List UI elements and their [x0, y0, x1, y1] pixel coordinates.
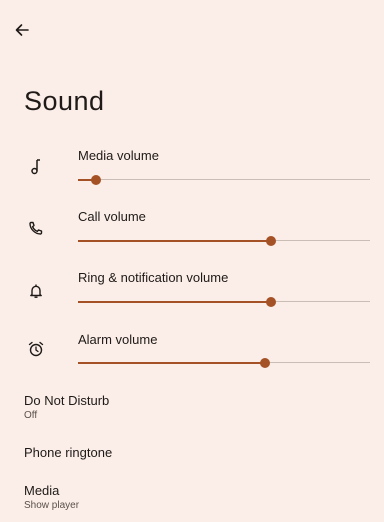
- slider-thumb[interactable]: [265, 235, 276, 246]
- slider-fill: [78, 239, 271, 242]
- call-volume-label: Call volume: [78, 209, 146, 224]
- slider-thumb[interactable]: [259, 357, 270, 368]
- ring-volume-row: Ring & notification volume: [0, 270, 384, 330]
- back-button[interactable]: [14, 14, 46, 46]
- slider-thumb[interactable]: [90, 174, 101, 185]
- do-not-disturb-title: Do Not Disturb: [24, 393, 110, 408]
- page-title: Sound: [24, 86, 105, 116]
- alarm-volume-slider[interactable]: [78, 356, 370, 370]
- media-title: Media: [24, 483, 60, 498]
- media-volume-slider[interactable]: [78, 173, 370, 187]
- arrow-left-icon: [14, 22, 30, 38]
- phone-ringtone-title: Phone ringtone: [24, 445, 113, 460]
- do-not-disturb-item[interactable]: Do Not Disturb Off: [24, 393, 109, 421]
- alarm-volume-label: Alarm volume: [78, 332, 158, 347]
- slider-fill: [78, 361, 265, 364]
- call-volume-slider[interactable]: [78, 234, 370, 248]
- alarm-clock-icon: [26, 339, 46, 359]
- music-note-icon: [26, 157, 46, 177]
- bell-icon: [26, 281, 46, 301]
- call-volume-row: Call volume: [0, 209, 384, 269]
- phone-ringtone-item[interactable]: Phone ringtone: [24, 445, 112, 460]
- media-item[interactable]: Media Show player: [24, 483, 79, 511]
- media-volume-label: Media volume: [78, 148, 159, 163]
- slider-track: [78, 179, 370, 180]
- ring-volume-label: Ring & notification volume: [78, 270, 229, 285]
- media-volume-row: Media volume: [0, 148, 384, 208]
- alarm-volume-row: Alarm volume: [0, 332, 384, 392]
- slider-thumb[interactable]: [265, 296, 276, 307]
- slider-fill: [78, 300, 271, 303]
- ring-volume-slider[interactable]: [78, 295, 370, 309]
- phone-icon: [26, 219, 46, 239]
- media-summary: Show player: [24, 500, 80, 511]
- do-not-disturb-summary: Off: [24, 410, 38, 421]
